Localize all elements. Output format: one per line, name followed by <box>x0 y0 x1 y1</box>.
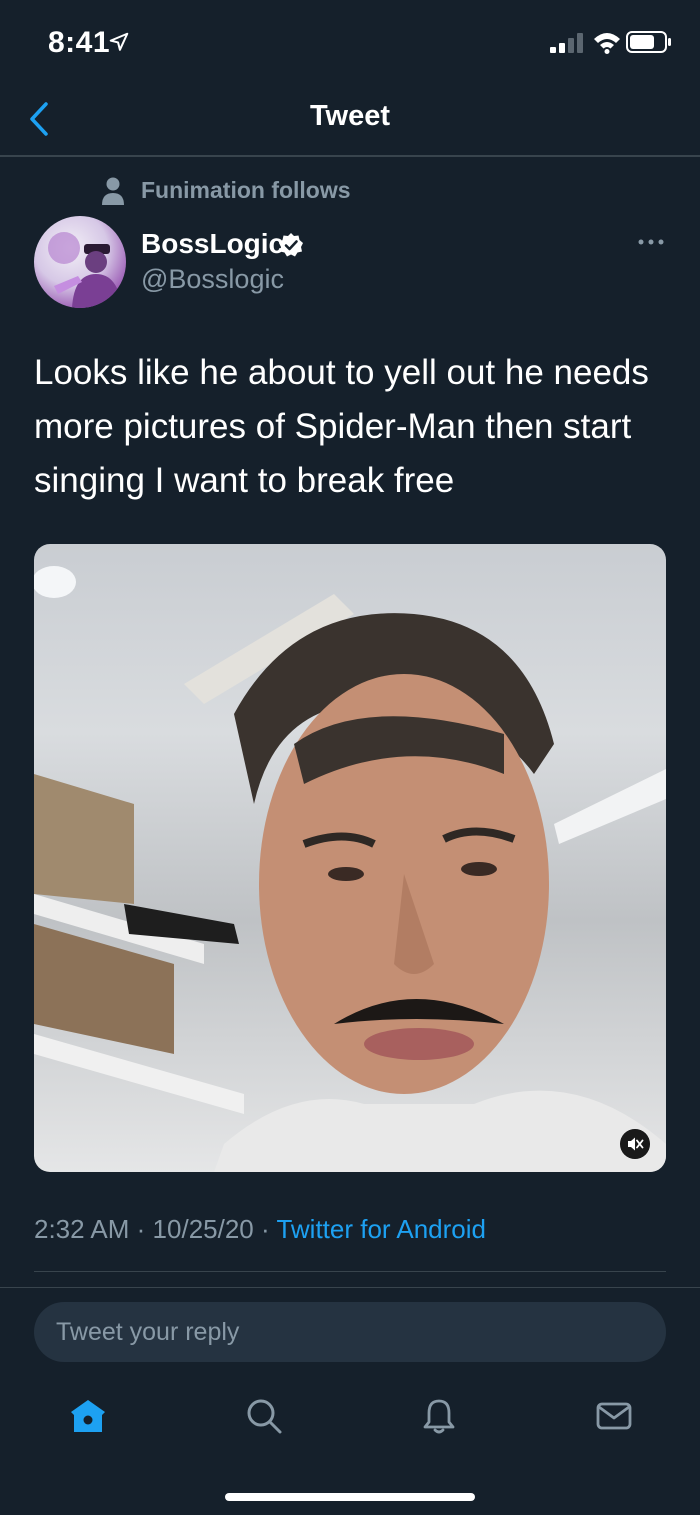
header-divider <box>0 155 700 157</box>
search-icon[interactable] <box>244 1396 284 1436</box>
handle[interactable]: @Bosslogic <box>141 264 284 295</box>
tweet-date: 10/25/20 <box>152 1214 254 1244</box>
verified-badge-icon <box>279 233 303 257</box>
battery-icon <box>626 31 671 53</box>
notifications-icon[interactable] <box>419 1396 459 1436</box>
reply-input[interactable] <box>34 1302 666 1362</box>
avatar[interactable] <box>34 216 126 308</box>
home-icon[interactable] <box>68 1396 108 1436</box>
more-options-icon[interactable] <box>636 232 666 252</box>
display-name[interactable]: BossLogic <box>141 228 284 260</box>
meta-separator: · <box>136 1214 146 1244</box>
messages-icon[interactable] <box>594 1396 634 1436</box>
avatar-figure <box>48 232 122 308</box>
tweet-meta: 2:32 AM · 10/25/20 · Twitter for Android <box>34 1214 486 1245</box>
wifi-icon <box>594 33 620 54</box>
status-time: 8:41 <box>48 26 111 59</box>
page-title: Tweet <box>309 100 391 132</box>
divider <box>34 1271 666 1272</box>
home-indicator <box>225 1493 475 1501</box>
divider <box>0 1287 700 1288</box>
video-frame <box>34 566 666 1172</box>
tweet-time: 2:32 AM <box>34 1214 130 1244</box>
signal-icon <box>550 33 583 53</box>
tweet-video[interactable] <box>34 544 666 1172</box>
tweet-source-link[interactable]: Twitter for Android <box>276 1214 486 1244</box>
location-arrow-icon <box>109 32 129 51</box>
speaker-muted-icon[interactable] <box>620 1129 650 1159</box>
person-icon <box>102 177 124 205</box>
social-context[interactable]: Funimation follows <box>141 177 351 204</box>
tweet-text: Looks like he about to yell out he needs… <box>34 353 649 500</box>
meta-separator: · <box>261 1214 270 1244</box>
